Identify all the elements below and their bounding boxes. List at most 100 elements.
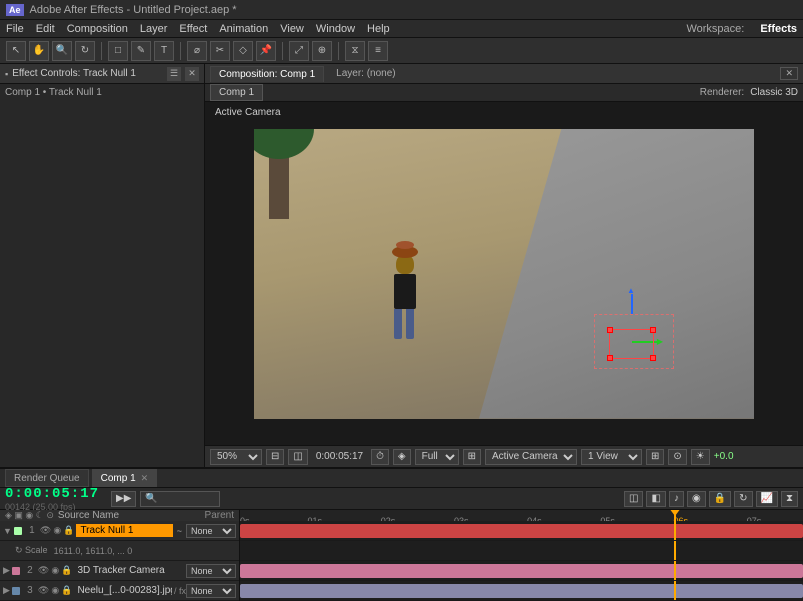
layer-search[interactable]: [140, 491, 220, 507]
layer-lock-1[interactable]: 🔒: [63, 525, 74, 536]
playhead-marker: [669, 510, 681, 516]
layer-lock-2[interactable]: 🔒: [61, 565, 72, 576]
tracker-handle-tl: [607, 327, 613, 333]
active-camera-label: Active Camera: [215, 107, 281, 118]
lock-btn[interactable]: 🔒: [709, 491, 731, 507]
scale-value: 1611.0, 1611.0, ... 0: [54, 546, 133, 556]
fit-btn[interactable]: ⊟: [266, 449, 284, 465]
brush-tool[interactable]: ⌀: [187, 41, 207, 61]
layer-num-2: 2: [22, 565, 38, 576]
playhead[interactable]: [674, 510, 676, 521]
clone-tool[interactable]: ✂: [210, 41, 230, 61]
comp1-tab-close[interactable]: ✕: [141, 473, 149, 484]
effect-controls-content: [0, 101, 204, 467]
time-btn[interactable]: ⏱: [371, 449, 389, 465]
layer-vis-3[interactable]: 👁: [38, 585, 49, 596]
rotate-tool[interactable]: ↻: [75, 41, 95, 61]
viewer-close-btn[interactable]: ✕: [780, 67, 798, 80]
layer-markers-btn[interactable]: ◫: [624, 491, 643, 507]
audio-btn[interactable]: ♪: [669, 491, 684, 507]
exposure-btn[interactable]: ☀: [691, 449, 710, 465]
layer-parent-1[interactable]: None: [186, 524, 236, 538]
quality-select[interactable]: Full Half: [415, 449, 459, 465]
time-remap-btn[interactable]: ⧗: [781, 491, 798, 507]
view-select[interactable]: Active Camera: [485, 449, 577, 465]
layer-icons-header: ◈ ▣ ◉ ☾ ⊙: [5, 510, 54, 521]
ram-preview-btn[interactable]: ▶▶: [111, 491, 136, 507]
person-legs: [394, 309, 416, 339]
overlay-btn[interactable]: ⊙: [668, 449, 686, 465]
move-tool[interactable]: ⤢: [289, 41, 309, 61]
zoom-select[interactable]: 50% 100%: [210, 449, 262, 465]
menu-view[interactable]: View: [280, 23, 304, 35]
timeline-track-area: [240, 521, 803, 601]
track-bar-2: [240, 564, 803, 578]
menu-layer[interactable]: Layer: [140, 23, 168, 35]
person-leg-right: [406, 309, 414, 339]
layer-parent-2[interactable]: None: [186, 564, 236, 578]
layer-name-2[interactable]: 3D Tracker Camera: [74, 565, 186, 576]
menu-file[interactable]: File: [6, 23, 24, 35]
layer-lock-3[interactable]: 🔒: [61, 585, 72, 596]
layer-solo-1[interactable]: ◉: [53, 525, 61, 536]
layer-row-1: ▼ 1 👁 ◉ 🔒 Track Null 1 ~ None: [0, 521, 239, 541]
layer-parent-3[interactable]: None: [186, 584, 236, 598]
menu-composition[interactable]: Composition: [67, 23, 128, 35]
layer-solo-2[interactable]: ◉: [51, 565, 59, 576]
timeline-tabs: Render Queue Comp 1 ✕: [0, 469, 803, 488]
current-time[interactable]: 0:00:05:17: [5, 486, 99, 502]
layer-vis-2[interactable]: 👁: [38, 565, 49, 576]
menu-edit[interactable]: Edit: [36, 23, 55, 35]
pin-tool[interactable]: 📌: [256, 41, 276, 61]
composition-canvas[interactable]: [205, 102, 803, 445]
layer-solo-3[interactable]: ◉: [51, 585, 59, 596]
menu-window[interactable]: Window: [316, 23, 355, 35]
snap-btn[interactable]: ◫: [288, 449, 307, 465]
tracker-arrow-vertical: [631, 294, 633, 314]
layer-vis-1[interactable]: 👁: [40, 525, 51, 536]
hand-tool[interactable]: ✋: [29, 41, 49, 61]
comp1-tab[interactable]: Comp 1 ✕: [92, 469, 158, 487]
breadcrumb: Comp 1 • Track Null 1: [0, 84, 204, 101]
menu-effect[interactable]: Effect: [179, 23, 207, 35]
panel-menu-btn[interactable]: ☰: [167, 67, 181, 81]
video-frame: [254, 129, 754, 419]
view-count-select[interactable]: 1 View 2 Views: [581, 449, 642, 465]
layer-expand-3[interactable]: ▶: [3, 585, 10, 596]
selection-tool[interactable]: ↖: [6, 41, 26, 61]
panel-close-btn[interactable]: ✕: [185, 67, 199, 81]
layer-name-3[interactable]: Neelu_[...0-00283].jpg: [74, 585, 172, 596]
timeline-ruler-row: ◈ ▣ ◉ ☾ ⊙ Source Name Parent 0s 01s 02s …: [0, 510, 803, 521]
solo-btn[interactable]: ◉: [687, 491, 706, 507]
comp-markers-btn[interactable]: ◧: [646, 491, 665, 507]
track-bar-1: [240, 524, 803, 538]
layer-switch-1: ~: [177, 526, 182, 536]
tracker-inner-box: [609, 329, 654, 359]
layer-expand-1[interactable]: ▼: [3, 526, 12, 536]
timeline-area: Render Queue Comp 1 ✕ 0:00:05:17 00142 (…: [0, 467, 803, 597]
grid-btn[interactable]: ⊞: [646, 449, 664, 465]
layer-expand-2[interactable]: ▶: [3, 565, 10, 576]
layer-label: Layer: (none): [336, 68, 395, 79]
menu-animation[interactable]: Animation: [219, 23, 268, 35]
pixel-btn[interactable]: ⊞: [463, 449, 481, 465]
cam-orbit-tool[interactable]: ⊕: [312, 41, 332, 61]
text-tool[interactable]: T: [154, 41, 174, 61]
align-tool[interactable]: ≡: [368, 41, 388, 61]
snap-tool[interactable]: ⧖: [345, 41, 365, 61]
effect-controls-title: Effect Controls: Track Null 1: [12, 68, 163, 79]
render-queue-tab[interactable]: Render Queue: [5, 469, 89, 487]
pen-tool[interactable]: ✎: [131, 41, 151, 61]
layer-name-1[interactable]: Track Null 1: [76, 524, 172, 537]
loop-btn[interactable]: ↻: [734, 491, 752, 507]
eraser-tool[interactable]: ◇: [233, 41, 253, 61]
menu-help[interactable]: Help: [367, 23, 390, 35]
comp-tab[interactable]: Comp 1: [210, 84, 263, 101]
mask-btn[interactable]: ◈: [393, 449, 411, 465]
comp-viewer-tab[interactable]: Composition: Comp 1: [210, 66, 324, 82]
zoom-tool[interactable]: 🔍: [52, 41, 72, 61]
effect-controls-panel: ▪ Effect Controls: Track Null 1 ☰ ✕ Comp…: [0, 64, 205, 467]
graph-btn[interactable]: 📈: [756, 491, 778, 507]
rect-tool[interactable]: □: [108, 41, 128, 61]
workspace-value: Effects: [760, 23, 797, 35]
